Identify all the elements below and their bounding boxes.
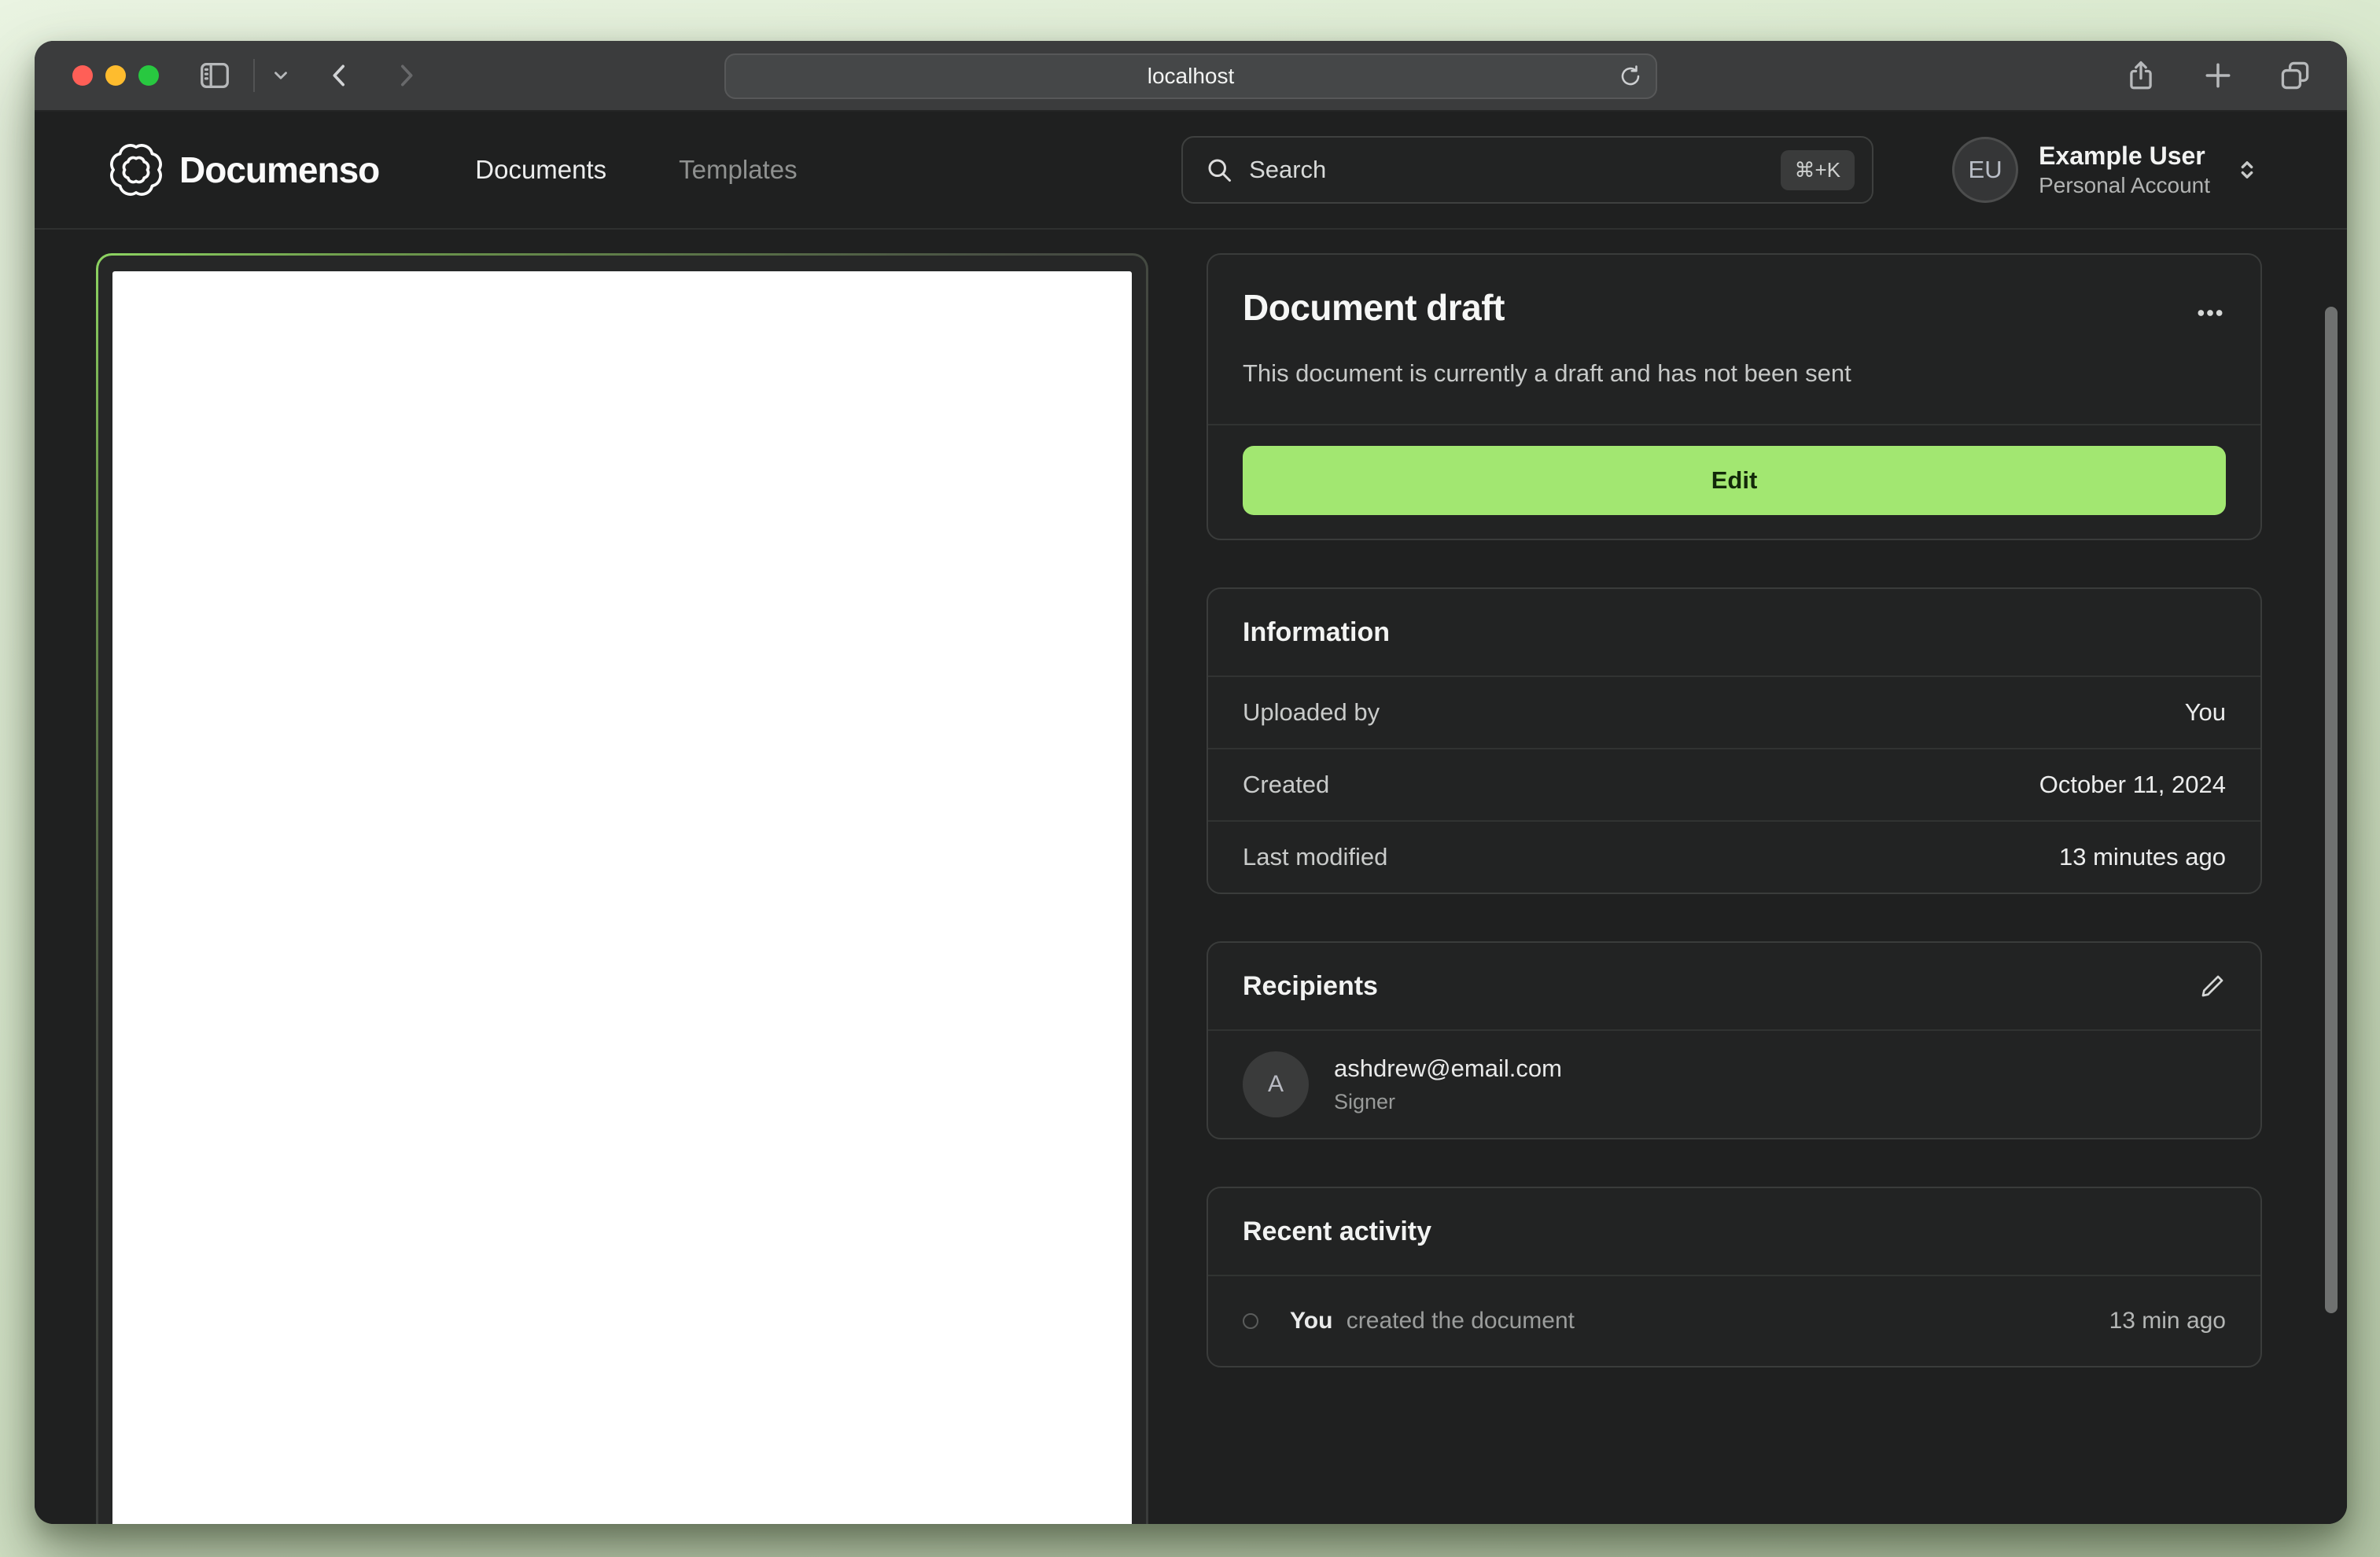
recipient-avatar: A: [1243, 1051, 1309, 1117]
info-value: You: [2184, 698, 2226, 726]
back-button[interactable]: [324, 60, 356, 91]
info-label: Last modified: [1243, 843, 1388, 871]
recent-activity-card: Recent activity You created the document…: [1207, 1187, 2262, 1367]
info-label: Created: [1243, 771, 1330, 798]
info-value: 13 minutes ago: [2059, 843, 2226, 871]
activity-bullet-icon: [1243, 1313, 1258, 1329]
recipient-details: ashdrew@email.com Signer: [1334, 1053, 1562, 1116]
info-row-uploaded-by: Uploaded by You: [1208, 675, 2260, 748]
information-title: Information: [1243, 617, 1390, 647]
status-card-foot: Edit: [1208, 425, 2260, 539]
sidebar-toggle-icon[interactable]: [197, 57, 233, 94]
recent-activity-title: Recent activity: [1243, 1217, 1431, 1246]
user-avatar: EU: [1952, 137, 2019, 203]
more-options-icon[interactable]: [2194, 297, 2226, 333]
document-preview-inner: [98, 256, 1146, 1524]
recipient-email: ashdrew@email.com: [1334, 1055, 1562, 1082]
info-label: Uploaded by: [1243, 698, 1380, 726]
recipients-card: Recipients A ashdrew@email.com Signer: [1207, 941, 2262, 1139]
document-page: [112, 271, 1132, 1524]
user-name: Example User: [2039, 142, 2205, 170]
recipient-list-item: A ashdrew@email.com Signer: [1208, 1029, 2260, 1138]
document-preview-card: [96, 253, 1148, 1524]
brand-link[interactable]: Documenso: [110, 144, 380, 196]
user-account-type: Personal Account: [2039, 173, 2210, 197]
page-scrollbar-thumb[interactable]: [2325, 307, 2338, 1313]
edit-button[interactable]: Edit: [1243, 446, 2226, 515]
browser-window: localhost Documenso Documents Templates …: [35, 41, 2347, 1524]
chevrons-up-down-icon: [2234, 156, 2260, 183]
search-input[interactable]: [1249, 156, 1765, 184]
info-row-last-modified: Last modified 13 minutes ago: [1208, 820, 2260, 893]
document-status-title: Document draft: [1243, 287, 1505, 328]
toolbar-right-icons: [2124, 58, 2312, 93]
reload-icon[interactable]: [1618, 64, 1643, 89]
activity-action: created the document: [1346, 1308, 1575, 1334]
main-content: Document draft This document is currentl…: [35, 230, 2347, 1524]
document-status-description: This document is currently a draft and h…: [1243, 359, 1851, 387]
browser-toolbar: localhost: [35, 41, 2347, 112]
toolbar-divider: [253, 59, 255, 92]
search-bar[interactable]: ⌘+K: [1181, 136, 1874, 204]
search-icon: [1205, 156, 1233, 184]
account-menu-button[interactable]: EU Example User Personal Account: [1952, 137, 2260, 203]
minimize-window-button[interactable]: [105, 65, 126, 86]
nav-documents[interactable]: Documents: [475, 155, 606, 185]
recipient-role: Signer: [1334, 1090, 1396, 1113]
search-shortcut-badge: ⌘+K: [1780, 149, 1855, 190]
window-controls: [72, 65, 159, 86]
address-bar[interactable]: localhost: [724, 53, 1657, 99]
recipients-title: Recipients: [1243, 971, 1378, 1001]
edit-recipients-icon[interactable]: [2199, 973, 2226, 999]
nav-templates[interactable]: Templates: [679, 155, 797, 185]
brand-name: Documenso: [179, 149, 380, 190]
url-text: localhost: [1147, 64, 1235, 88]
document-sidebar: Document draft This document is currentl…: [1207, 253, 2262, 1367]
sidebar-chevron-down-icon[interactable]: [271, 65, 291, 86]
share-icon[interactable]: [2124, 58, 2158, 93]
app-header: Documenso Documents Templates ⌘+K EU Exa…: [35, 112, 2347, 230]
status-card-head: Document draft This document is currentl…: [1208, 255, 2260, 424]
new-tab-icon[interactable]: [2201, 58, 2235, 93]
activity-actor: You: [1290, 1308, 1333, 1334]
activity-time: 13 min ago: [2109, 1308, 2226, 1334]
documenso-logo-icon: [110, 144, 162, 196]
main-nav: Documents Templates: [475, 155, 797, 185]
activity-text: You created the document: [1290, 1308, 1575, 1334]
status-card: Document draft This document is currentl…: [1207, 253, 2262, 540]
info-row-created: Created October 11, 2024: [1208, 748, 2260, 820]
forward-button[interactable]: [390, 60, 422, 91]
activity-list-item: You created the document 13 min ago: [1208, 1275, 2260, 1366]
user-identity: Example User Personal Account: [2039, 140, 2210, 200]
close-window-button[interactable]: [72, 65, 93, 86]
zoom-window-button[interactable]: [138, 65, 159, 86]
information-card: Information Uploaded by You Created Octo…: [1207, 587, 2262, 894]
tab-overview-icon[interactable]: [2278, 58, 2312, 93]
info-value: October 11, 2024: [2039, 771, 2226, 798]
